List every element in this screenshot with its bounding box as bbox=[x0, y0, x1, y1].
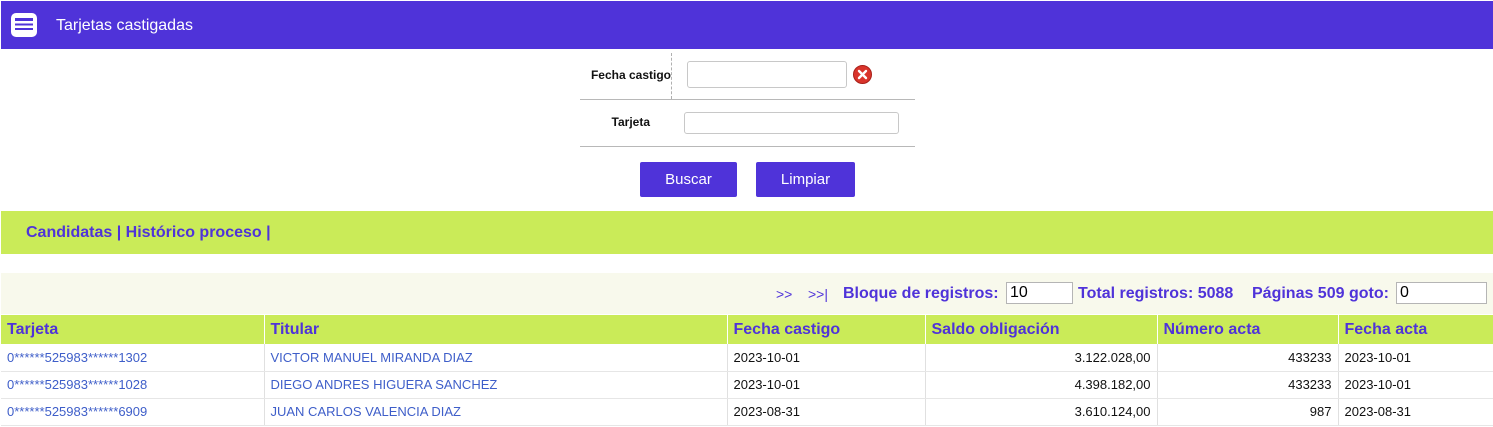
tarjeta-cell[interactable]: 0******525983******6909 bbox=[1, 398, 265, 426]
form-list-icon bbox=[11, 13, 37, 37]
nav-separator: | bbox=[266, 224, 271, 241]
page-title: Tarjetas castigadas bbox=[56, 17, 193, 34]
column-header-saldo-obligacion[interactable]: Saldo obligación bbox=[925, 315, 1158, 344]
bloque-input[interactable] bbox=[1006, 282, 1073, 304]
table-header-row: Tarjeta Titular Fecha castigo Saldo obli… bbox=[1, 315, 1493, 344]
pager-bar: >> >>| Bloque de registros: Total regist… bbox=[1, 273, 1493, 314]
table-row: 0******525983******1028 DIEGO ANDRES HIG… bbox=[1, 371, 1493, 399]
numero-acta-cell: 433233 bbox=[1157, 371, 1339, 399]
nav-band: Candidatas | Histórico proceso | bbox=[1, 211, 1493, 254]
fecha-castigo-row: Fecha castigo bbox=[580, 53, 915, 100]
saldo-cell: 3.610.124,00 bbox=[925, 398, 1158, 426]
fecha-castigo-cell: 2023-10-01 bbox=[727, 344, 926, 372]
fecha-acta-cell: 2023-10-01 bbox=[1338, 344, 1493, 372]
fecha-acta-cell: 2023-10-01 bbox=[1338, 371, 1493, 399]
nav-separator: | bbox=[116, 224, 122, 241]
column-header-titular[interactable]: Titular bbox=[264, 315, 728, 344]
clear-date-icon[interactable] bbox=[853, 65, 872, 84]
saldo-cell: 3.122.028,00 bbox=[925, 344, 1158, 372]
tarjeta-row: Tarjeta bbox=[580, 100, 915, 147]
fecha-castigo-cell: 2023-08-31 bbox=[727, 398, 926, 426]
buscar-button[interactable]: Buscar bbox=[640, 162, 737, 197]
fecha-acta-cell: 2023-08-31 bbox=[1338, 398, 1493, 426]
tarjeta-input[interactable] bbox=[684, 112, 899, 134]
nav-link-historico-proceso[interactable]: Histórico proceso bbox=[126, 224, 262, 241]
nav-link-candidatas[interactable]: Candidatas bbox=[26, 224, 112, 241]
tarjeta-cell[interactable]: 0******525983******1028 bbox=[1, 371, 265, 399]
next-page-link[interactable]: >> bbox=[776, 286, 792, 302]
numero-acta-cell: 433233 bbox=[1157, 344, 1339, 372]
column-header-numero-acta[interactable]: Número acta bbox=[1157, 315, 1339, 344]
saldo-cell: 4.398.182,00 bbox=[925, 371, 1158, 399]
table-row: 0******525983******6909 JUAN CARLOS VALE… bbox=[1, 398, 1493, 426]
fecha-castigo-cell: 2023-10-01 bbox=[727, 371, 926, 399]
title-bar: Tarjetas castigadas bbox=[1, 1, 1493, 49]
column-header-tarjeta[interactable]: Tarjeta bbox=[1, 315, 265, 344]
limpiar-button[interactable]: Limpiar bbox=[756, 162, 855, 197]
fecha-castigo-input[interactable] bbox=[687, 61, 847, 88]
fecha-castigo-label: Fecha castigo bbox=[580, 53, 672, 99]
goto-page-input[interactable] bbox=[1396, 282, 1487, 304]
column-header-fecha-castigo[interactable]: Fecha castigo bbox=[727, 315, 926, 344]
column-header-fecha-acta[interactable]: Fecha acta bbox=[1338, 315, 1493, 344]
tarjeta-label: Tarjeta bbox=[611, 115, 650, 129]
tarjeta-cell[interactable]: 0******525983******1302 bbox=[1, 344, 265, 372]
paginas-goto-label: Páginas 509 goto: bbox=[1252, 285, 1389, 302]
last-page-link[interactable]: >>| bbox=[808, 286, 828, 302]
titular-cell[interactable]: DIEGO ANDRES HIGUERA SANCHEZ bbox=[264, 371, 728, 399]
titular-cell[interactable]: JUAN CARLOS VALENCIA DIAZ bbox=[264, 398, 728, 426]
search-form: Fecha castigo Tarjeta bbox=[580, 53, 915, 147]
bloque-label: Bloque de registros: bbox=[843, 285, 999, 302]
results-table: Tarjeta Titular Fecha castigo Saldo obli… bbox=[1, 315, 1493, 426]
nav-links: Candidatas | Histórico proceso | bbox=[26, 224, 271, 242]
numero-acta-cell: 987 bbox=[1157, 398, 1339, 426]
table-row: 0******525983******1302 VICTOR MANUEL MI… bbox=[1, 344, 1493, 372]
titular-cell[interactable]: VICTOR MANUEL MIRANDA DIAZ bbox=[264, 344, 728, 372]
total-registros-label: Total registros: 5088 bbox=[1078, 285, 1234, 302]
